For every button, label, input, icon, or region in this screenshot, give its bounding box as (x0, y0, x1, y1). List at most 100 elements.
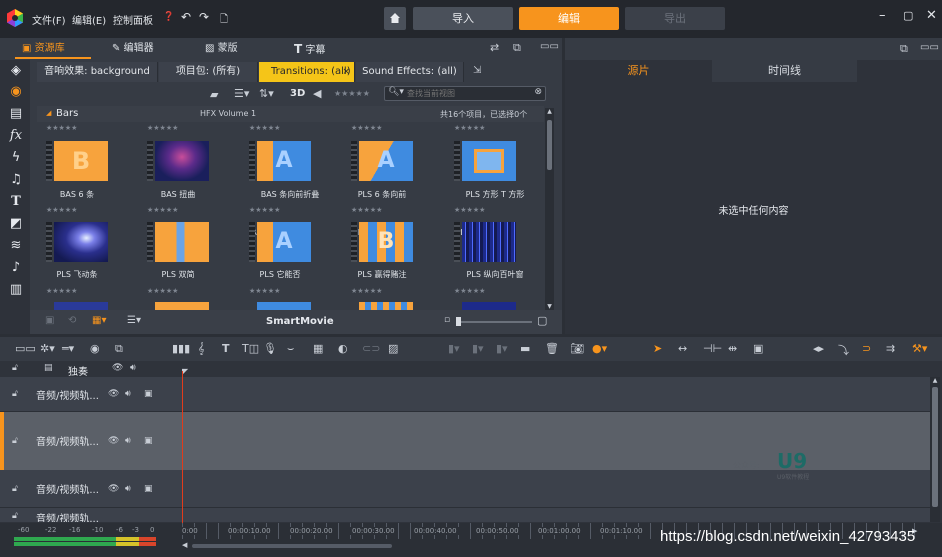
small-thumb-icon[interactable]: ▫ (444, 315, 450, 325)
search-input[interactable] (407, 88, 532, 99)
audio-mixer-icon[interactable]: ▮▮▮ (172, 342, 190, 355)
eye-icon[interactable]: 👁︎ (108, 436, 119, 446)
tab-sound-effects-all[interactable]: Sound Effects: (all) (356, 62, 464, 82)
item-rating[interactable]: ★★★★★ (147, 206, 178, 214)
slide-icon[interactable]: ⇹ (728, 342, 737, 355)
scroll-thumb[interactable] (932, 387, 938, 507)
grid-view-icon[interactable]: ▦▾ (92, 315, 106, 326)
item-rating[interactable]: ★★★★★ (454, 124, 485, 132)
scroll-up-icon[interactable]: ▲ (545, 108, 554, 115)
trim-icon[interactable]: ↔ (678, 342, 687, 355)
tab-project-packs[interactable]: 项目包: (所有) (159, 62, 258, 82)
lock-icon[interactable]: 🔓︎ (12, 363, 18, 373)
scorefitter-icon[interactable]: 𝄞 (198, 342, 205, 356)
track-1[interactable]: 🔓︎ 音频/视频轨... 👁︎ 🔊︎ ▣ (0, 377, 930, 412)
menu-file[interactable]: 文件(F) (32, 12, 66, 27)
swap-icon[interactable]: ⇄ (490, 41, 499, 54)
speaker-icon[interactable]: 🔊︎ (125, 484, 131, 494)
list-view-icon[interactable]: ☰▾ (234, 87, 249, 100)
thumbnail-size-slider[interactable] (456, 317, 532, 326)
trash-icon[interactable]: 🗑︎ (545, 342, 559, 355)
tab-transitions[interactable]: Transitions: (all) × (259, 62, 355, 82)
delete-icon[interactable]: ▣ (45, 315, 54, 326)
music-icon[interactable]: ♫ (7, 171, 25, 189)
marker-icon[interactable]: ●▾ (592, 342, 607, 355)
pointer-icon[interactable]: ➤ (653, 342, 662, 355)
link-clips-icon[interactable]: ⊂⊃ (362, 342, 380, 355)
menu-control-panel[interactable]: 控制面板 (113, 12, 153, 27)
disc-icon[interactable]: ▤ (7, 105, 25, 123)
magnet-icon[interactable]: ⊃ (862, 342, 871, 355)
close-icon[interactable]: ✕ (926, 8, 937, 23)
layout-icon[interactable]: ▭▭ (540, 41, 559, 52)
large-thumb-icon[interactable]: ▢ (537, 314, 547, 327)
collapse-icon[interactable]: ◢ (46, 109, 51, 117)
eye-icon[interactable]: 👁︎ (112, 363, 123, 373)
scroll-left-icon[interactable]: ◀ (182, 541, 187, 549)
scroll-up-icon[interactable]: ▲ (930, 377, 940, 384)
grid-scrollbar[interactable]: ▲ ▼ (545, 108, 554, 310)
film-icon[interactable]: ▬ (520, 342, 530, 355)
fx-icon[interactable]: fx (7, 127, 25, 145)
track-height-icon[interactable]: ═▾ (62, 342, 74, 355)
lock-icon[interactable]: 🔓︎ (12, 436, 18, 446)
tab-mask[interactable]: ▨ 蒙版 (205, 41, 238, 57)
lock-icon[interactable]: 🔓︎ (12, 484, 18, 494)
detach-icon[interactable]: ⧉ (513, 41, 521, 55)
details-view-icon[interactable]: ☰▾ (127, 315, 141, 326)
3d-filter-button[interactable]: 3D (290, 88, 305, 99)
storyboard-icon[interactable]: ⧉ (115, 342, 123, 356)
clear-search-icon[interactable]: ⊗ (534, 87, 542, 97)
sort-icon[interactable]: ⇅▾ (259, 87, 274, 100)
layers-icon[interactable]: ≋ (7, 237, 25, 255)
home-button[interactable] (384, 7, 406, 30)
timeline-scrollbar[interactable]: ▲ (930, 377, 940, 522)
ripple-icon[interactable]: ⤵ (838, 342, 849, 358)
speaker-icon[interactable]: 🔊︎ (125, 436, 131, 446)
title-icon[interactable]: T (222, 342, 230, 355)
track-name[interactable]: 音频/视频轨... (36, 433, 99, 448)
monitor-icon[interactable]: ▣ (144, 484, 153, 494)
snap-icon[interactable]: ⇉ (886, 342, 895, 355)
text-icon[interactable]: T (7, 193, 25, 211)
eye-icon[interactable]: 👁︎ (108, 389, 119, 399)
speaker-icon[interactable]: 🔊︎ (125, 389, 131, 399)
search-box[interactable]: 🔍︎▾ ⊗ (384, 86, 546, 101)
item-rating[interactable]: ★★★★★ (454, 206, 485, 214)
item-rating[interactable]: ★★★★★ (249, 124, 280, 132)
layout-toggle-icon[interactable]: ▭▭ (15, 342, 36, 355)
grid-icon[interactable]: ▦ (313, 342, 323, 355)
tab-sound-effects-background[interactable]: 音响效果: background (37, 62, 158, 82)
undo-icon[interactable]: ↶ (181, 10, 191, 24)
sound-fx-icon[interactable]: ♪ (7, 259, 25, 277)
split-audio-icon[interactable]: ⌣ (287, 342, 294, 356)
eye-icon[interactable]: 👁︎ (108, 484, 119, 494)
track-name[interactable]: 音频/视频轨... (36, 481, 99, 496)
layout-icon[interactable]: ▭▭ (920, 42, 939, 53)
marker-3-icon[interactable]: ▮▾ (496, 342, 508, 355)
monitor-icon[interactable]: ▣ (144, 389, 153, 399)
item-rating[interactable]: ★★★★★ (147, 124, 178, 132)
item-rating[interactable]: ★★★★★ (249, 206, 280, 214)
import-button[interactable]: 导入 (413, 7, 513, 30)
tab-timeline-preview[interactable]: 时间线 (712, 60, 857, 82)
camera-icon[interactable]: 📷︎ (570, 342, 584, 355)
tab-library[interactable]: ▣ 资源库 (22, 41, 65, 57)
track-name[interactable]: 音频/视频轨... (36, 510, 99, 522)
media-icon[interactable]: ◈ (7, 62, 25, 80)
motion-title-icon[interactable]: T◫ (242, 342, 259, 355)
item-rating[interactable]: ★★★★★ (46, 124, 77, 132)
tab-editor[interactable]: ✎ 编辑器 (112, 41, 154, 57)
scroll-down-icon[interactable]: ▼ (545, 303, 554, 310)
projects-icon[interactable]: ◉ (7, 83, 25, 101)
slip-icon[interactable]: ⊣⊢ (703, 342, 722, 355)
fit-icon[interactable]: ▣ (753, 342, 763, 355)
clip-icon[interactable]: ▤ (44, 363, 53, 373)
detach-icon[interactable]: ⧉ (900, 42, 908, 56)
track-4[interactable]: 🔓︎ 音频/视频轨... (0, 508, 930, 522)
minimize-icon[interactable]: – (879, 8, 886, 23)
menu-edit[interactable]: 编辑(E) (72, 12, 106, 27)
lightning-icon[interactable]: ϟ (7, 149, 25, 167)
document-icon[interactable]: 🗋 (220, 12, 228, 29)
voiceover-icon[interactable]: 🎙︎ (263, 342, 277, 355)
